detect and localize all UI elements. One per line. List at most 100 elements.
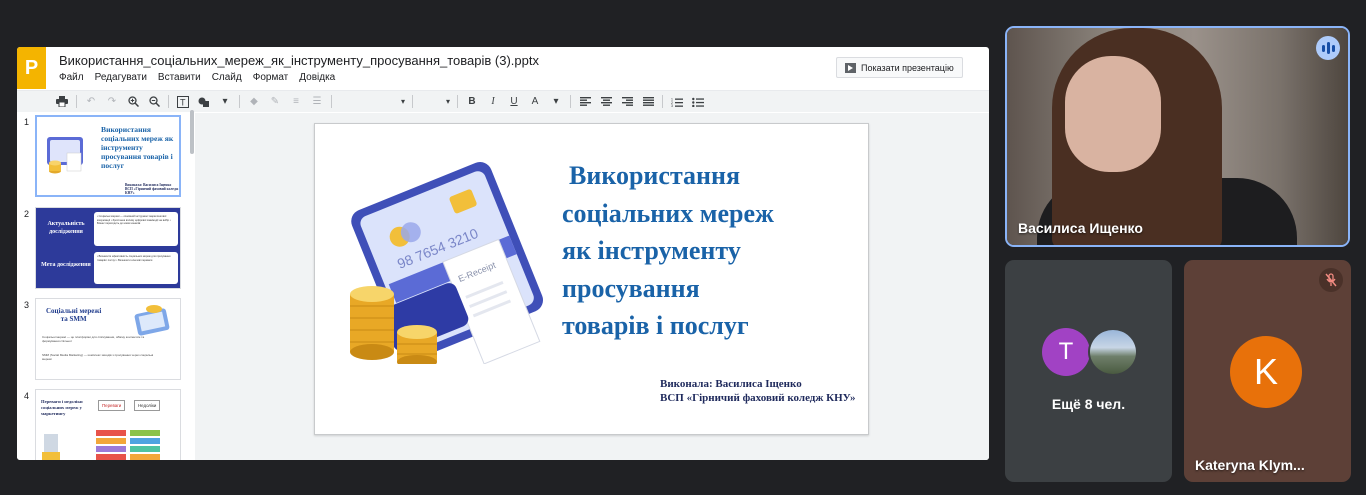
- slides-app-icon[interactable]: P: [17, 47, 46, 89]
- thumbnail-number: 2: [24, 209, 30, 219]
- thumbnail-number: 1: [24, 117, 30, 127]
- thumbnail-title-line: Соціальні мережі: [46, 307, 102, 315]
- thumbnail-number: 3: [24, 300, 30, 310]
- line-weight-icon[interactable]: ≡: [289, 95, 303, 109]
- align-justify-icon[interactable]: [641, 95, 655, 109]
- thumbnail-title: Соціальні мережі та SMM: [46, 307, 101, 323]
- slide-title: Використання соціальних мереж як інструм…: [562, 157, 842, 345]
- current-slide[interactable]: 98 7654 3210 E-Receipt Використання соці…: [314, 123, 869, 435]
- line-dash-icon[interactable]: ☰: [310, 95, 324, 109]
- participant-avatar-k: K: [1230, 336, 1302, 408]
- thumbnail-textbox: • Визначити ефективність соціальних мере…: [94, 252, 178, 284]
- menu-slide[interactable]: Слайд: [212, 72, 242, 83]
- chevron-down-icon[interactable]: ▾: [549, 95, 563, 109]
- meeting-stage: P Використання_соціальних_мереж_як_інстр…: [0, 0, 1366, 495]
- phone-illustration: [134, 305, 170, 336]
- toolbar-divider: [239, 95, 240, 108]
- slide-thumbnail-panel: 1 Використання соціальних мереж як інстр…: [17, 113, 193, 460]
- author-name: Виконала: Василиса Іщенко: [660, 378, 802, 390]
- shape-icon[interactable]: [197, 95, 211, 109]
- participant-name: Kateryna Klym...: [1195, 457, 1305, 473]
- participant-video: [1007, 28, 1348, 245]
- thumbnail-heading: Мета дослідження: [41, 262, 91, 268]
- svg-text:3: 3: [671, 104, 673, 107]
- toolbar-divider: [412, 95, 413, 108]
- zoom-out-icon[interactable]: [147, 95, 161, 109]
- print-icon[interactable]: [55, 95, 69, 109]
- payment-illustration: 98 7654 3210 E-Receipt: [350, 162, 544, 364]
- thumbnail-label-cons: Недоліки: [134, 400, 161, 411]
- present-button[interactable]: Показати презентацію: [836, 57, 963, 78]
- participant-avatar-t: T: [1042, 328, 1090, 376]
- text-color-icon[interactable]: A: [528, 95, 542, 109]
- menu-insert[interactable]: Вставити: [158, 72, 201, 83]
- pros-cons-illustration: [42, 430, 160, 460]
- thumbnail-title: Переваги і недоліки соціальних мереж у м…: [41, 399, 83, 416]
- pen-icon[interactable]: ✎: [268, 95, 282, 109]
- slide-author: Виконала: Василиса Іщенко ВСП «Гірничий …: [660, 377, 856, 405]
- text-box-icon[interactable]: T: [176, 95, 190, 109]
- zoom-in-icon[interactable]: [126, 95, 140, 109]
- present-button-label: Показати презентацію: [861, 62, 954, 73]
- speaking-indicator-icon: [1316, 36, 1340, 60]
- align-left-icon[interactable]: [578, 95, 592, 109]
- slide-thumbnail-3[interactable]: Соціальні мережі та SMM Соціальні мережі…: [35, 298, 181, 380]
- document-title[interactable]: Використання_соціальних_мереж_як_інструм…: [59, 53, 539, 68]
- toolbar-divider: [76, 95, 77, 108]
- menu-edit[interactable]: Редагувати: [95, 72, 147, 83]
- svg-text:T: T: [180, 97, 186, 107]
- menu-file[interactable]: Файл: [59, 72, 84, 83]
- slide-thumbnail-2[interactable]: Актуальність дослідження • Соціальні мер…: [35, 207, 181, 289]
- thumbnail-text: SMM (Social Media Marketing) — комплекс …: [42, 353, 154, 361]
- participant-avatar-photo: [1088, 328, 1138, 376]
- chevron-down-icon[interactable]: ▾: [218, 95, 232, 109]
- participant-name: Василиса Ищенко: [1018, 220, 1143, 236]
- participant-tile-main[interactable]: Василиса Ищенко: [1005, 26, 1350, 247]
- numbered-list-icon[interactable]: 123: [670, 95, 684, 109]
- thumbnail-label-pros: Переваги: [98, 400, 126, 411]
- more-participants-tile[interactable]: T Ещё 8 чел.: [1005, 260, 1172, 482]
- slide-title-line: просування: [562, 273, 700, 303]
- italic-icon[interactable]: I: [486, 95, 500, 109]
- redo-icon[interactable]: ↷: [105, 95, 119, 109]
- toolbar: ↶ ↷ T ▾ ◆ ✎ ≡ ☰ ▾ ▾ B I U A ▾ 1 2 3: [17, 90, 989, 112]
- thumbnail-text: Соціальні мережі — це платформи для спіл…: [42, 335, 145, 343]
- thumbnail-title: Використання соціальних мереж як інструм…: [101, 125, 174, 170]
- bold-icon[interactable]: B: [465, 95, 479, 109]
- slide-thumbnail-1[interactable]: Використання соціальних мереж як інструм…: [35, 115, 181, 197]
- mic-off-icon: [1319, 268, 1343, 292]
- underline-icon[interactable]: U: [507, 95, 521, 109]
- menu-bar: Файл Редагувати Вставити Слайд Формат До…: [59, 72, 335, 83]
- present-icon: [845, 62, 856, 73]
- more-participants-label: Ещё 8 чел.: [1051, 396, 1126, 412]
- slide-canvas: 98 7654 3210 E-Receipt Використання соці…: [195, 113, 989, 460]
- toolbar-divider: [662, 95, 663, 108]
- align-right-icon[interactable]: [620, 95, 634, 109]
- font-select[interactable]: ▾: [339, 95, 405, 109]
- slide-title-line: соціальних мереж: [562, 198, 774, 228]
- thumbnail-heading: Актуальність дослідження: [47, 221, 85, 235]
- align-center-icon[interactable]: [599, 95, 613, 109]
- menu-format[interactable]: Формат: [253, 72, 289, 83]
- bulleted-list-icon[interactable]: [691, 95, 705, 109]
- toolbar-divider: [570, 95, 571, 108]
- thumbnail-textbox: • Соціальні мережі — основний інструмент…: [94, 212, 178, 246]
- slide-thumbnail-4[interactable]: Переваги і недоліки соціальних мереж у м…: [35, 389, 181, 460]
- author-institution: ВСП «Гірничий фаховий коледж КНУ»: [660, 392, 856, 404]
- thumbnail-title-line: та SMM: [60, 315, 87, 323]
- toolbar-divider: [457, 95, 458, 108]
- fill-icon[interactable]: ◆: [247, 95, 261, 109]
- thumbnail-scrollbar[interactable]: [190, 110, 194, 154]
- toolbar-divider: [331, 95, 332, 108]
- slide-title-line: як інструменту: [562, 236, 741, 265]
- slide-title-line: Використання: [569, 161, 741, 190]
- thumbnail-number: 4: [24, 391, 30, 401]
- thumbnail-subtitle-line: ВСП «Гірничий фаховий коледж КНУ»: [125, 187, 179, 195]
- menu-help[interactable]: Довідка: [299, 72, 335, 83]
- shared-presentation-window: P Використання_соціальних_мереж_як_інстр…: [17, 47, 989, 460]
- video-face: [1065, 56, 1161, 172]
- undo-icon[interactable]: ↶: [84, 95, 98, 109]
- credit-card-illustration: [47, 137, 83, 174]
- font-size-select[interactable]: ▾: [420, 95, 450, 109]
- participant-tile-kateryna[interactable]: K Kateryna Klym...: [1184, 260, 1351, 482]
